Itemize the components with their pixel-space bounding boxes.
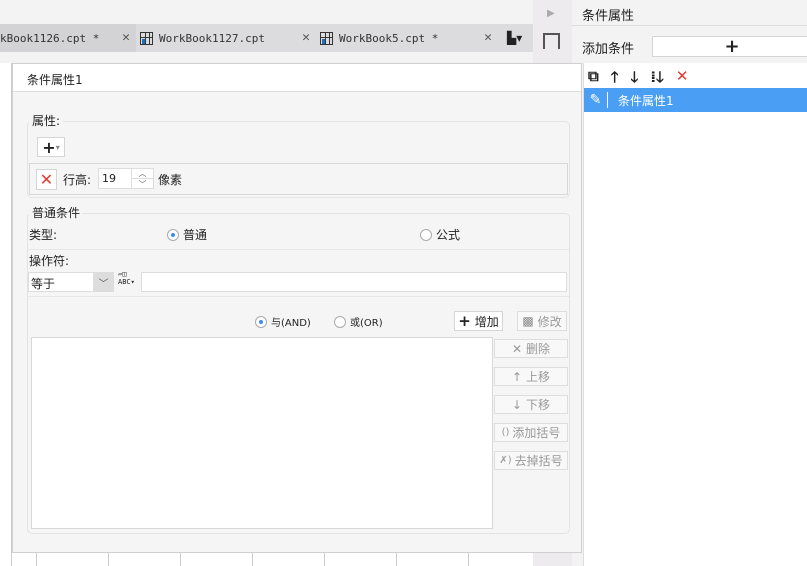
spreadsheet-grid xyxy=(0,63,12,566)
tab-label: WorkBook5.cpt * xyxy=(339,31,439,45)
arrow-down-icon: ↓ xyxy=(511,397,523,412)
modify-button[interactable]: ▩ 修改 xyxy=(517,311,567,331)
close-icon[interactable]: ✕ xyxy=(302,30,310,45)
tab-label: kBook1126.cpt * xyxy=(0,31,100,45)
move-down-button[interactable]: ↓ 下移 xyxy=(494,395,568,414)
divider xyxy=(28,296,569,297)
spinner-up-icon[interactable]: ︿ xyxy=(131,168,153,178)
button-label: 增加 xyxy=(474,314,499,329)
move-up-button[interactable]: ↑ 上移 xyxy=(494,367,568,386)
radio-label: 或(OR) xyxy=(350,318,383,329)
radio-icon xyxy=(255,316,267,328)
button-label: 上移 xyxy=(526,370,551,384)
list-item[interactable]: ✎ 条件属性1 xyxy=(584,88,807,112)
condition-list-area[interactable] xyxy=(31,337,493,529)
row-height-label: 行高: xyxy=(63,173,92,187)
button-label: 删除 xyxy=(526,342,551,356)
list-item-label: 条件属性1 xyxy=(618,93,674,108)
add-condition-label: 添加条件 xyxy=(582,42,635,57)
operator-label: 操作符: xyxy=(29,254,70,268)
panel-title: 条件属性 xyxy=(572,0,807,26)
tab-workbook1127[interactable]: WorkBook1127.cpt ✕ xyxy=(136,24,316,52)
bracket-icon: () xyxy=(501,427,510,438)
button-label: 修改 xyxy=(537,314,562,329)
workbook-icon xyxy=(320,31,333,45)
type-label: 类型: xyxy=(29,228,58,242)
logic-radio-or[interactable]: 或(OR) xyxy=(334,314,383,329)
chevron-down-icon[interactable]: ﹀ xyxy=(93,272,114,292)
delete-x-icon: ✕ xyxy=(511,341,523,356)
edit-pencil-icon[interactable]: ✎ xyxy=(584,92,608,108)
type-radio-normal[interactable]: 普通 xyxy=(167,226,207,243)
condition-attribute-icon[interactable] xyxy=(543,33,560,49)
radio-icon xyxy=(334,316,346,328)
remove-bracket-icon: ✗) xyxy=(499,455,512,466)
tab-workbook5[interactable]: WorkBook5.cpt * ✕ xyxy=(316,24,498,52)
operator-value: 等于 xyxy=(31,277,56,291)
remove-property-button[interactable]: ✕ xyxy=(36,169,57,190)
add-condition-button[interactable]: + xyxy=(652,36,807,57)
dialog-title: 条件属性1 xyxy=(13,64,581,92)
add-button[interactable]: + 增加 xyxy=(454,311,503,331)
radio-icon xyxy=(420,229,432,241)
toolbar xyxy=(0,52,533,63)
button-label: 添加括号 xyxy=(512,426,561,440)
arrow-up-icon: ↑ xyxy=(511,369,523,384)
tab-list-icon[interactable]: ▙▾ xyxy=(507,31,522,45)
modify-icon: ▩ xyxy=(522,314,534,328)
radio-label: 普通 xyxy=(183,228,208,242)
add-bracket-button[interactable]: () 添加括号 xyxy=(494,423,568,442)
spreadsheet-grid-bottom xyxy=(12,553,533,566)
properties-label: 属性: xyxy=(29,112,64,129)
radio-icon xyxy=(167,229,179,241)
close-icon[interactable]: ✕ xyxy=(122,30,130,45)
row-height-spinner[interactable]: 19 ︿ ﹀ xyxy=(98,168,154,189)
button-label: 去掉括号 xyxy=(514,454,563,468)
workbook-icon xyxy=(140,31,153,45)
add-property-button[interactable]: + ▾ xyxy=(37,137,65,157)
expand-arrow-icon[interactable]: ▶ xyxy=(547,8,555,19)
delete-button[interactable]: ✕ 删除 xyxy=(494,339,568,358)
operator-select[interactable]: 等于 ﹀ xyxy=(28,272,114,292)
plus-icon: + xyxy=(458,312,471,330)
tab-label: WorkBook1127.cpt xyxy=(159,31,265,45)
radio-label: 公式 xyxy=(436,228,461,242)
value-type-icon[interactable]: ▱◫ ABC▾ xyxy=(118,270,135,286)
button-label: 下移 xyxy=(526,398,551,412)
divider xyxy=(28,249,569,250)
condition-dialog: 条件属性1 属性: + ▾ ✕ 行高: 19 ︿ ﹀ 像素 普通条件 类型: 普通… xyxy=(12,63,582,553)
value-input[interactable] xyxy=(141,272,567,292)
row-height-value: 19 xyxy=(102,172,116,185)
tab-bar: kBook1126.cpt * ✕ WorkBook1127.cpt ✕ WorkB… xyxy=(0,24,533,52)
logic-radio-and[interactable]: 与(AND) xyxy=(255,314,311,329)
remove-bracket-button[interactable]: ✗) 去掉括号 xyxy=(494,451,568,470)
spinner-down-icon[interactable]: ﹀ xyxy=(131,178,153,189)
normal-condition-label: 普通条件 xyxy=(29,204,84,221)
type-radio-formula[interactable]: 公式 xyxy=(420,226,460,243)
tab-workbook1126[interactable]: kBook1126.cpt * ✕ xyxy=(0,24,136,52)
unit-label: 像素 xyxy=(158,173,183,187)
condition-list: ⧉ 🡑 🡓 ⁞🡓 ✕ ✎ 条件属性1 xyxy=(583,63,807,566)
radio-label: 与(AND) xyxy=(271,318,311,329)
row-height-row: ✕ 行高: 19 ︿ ﹀ 像素 xyxy=(29,163,568,195)
close-icon[interactable]: ✕ xyxy=(484,30,492,45)
